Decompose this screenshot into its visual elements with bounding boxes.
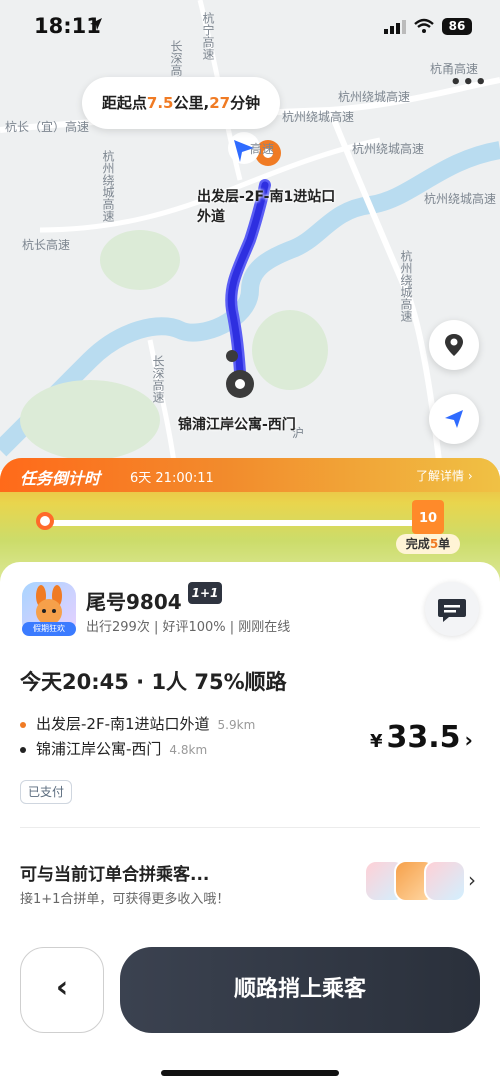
order-card: 假期狂欢 尾号9804 1+1 出行299次 | 好评100% | 刚刚在线 今… bbox=[0, 562, 500, 1082]
eta-suffix: 分钟 bbox=[230, 94, 261, 112]
reward-goal-prefix: 完成 bbox=[405, 537, 430, 551]
carpool-badge: 1+1 bbox=[188, 582, 222, 604]
dropoff-dot bbox=[20, 746, 26, 753]
home-indicator[interactable] bbox=[161, 1070, 339, 1076]
chat-bubble-icon bbox=[438, 599, 466, 622]
more-icon[interactable]: ••• bbox=[450, 72, 488, 93]
status-bar: 18:11 86 bbox=[0, 0, 500, 54]
avatar bbox=[424, 860, 466, 902]
waypoint-marker bbox=[226, 350, 238, 362]
task-progress-marker bbox=[36, 512, 54, 530]
pickup-name: 出发层-2F-南1进站口外道 bbox=[36, 715, 210, 733]
dropoff-distance: 4.8km bbox=[169, 743, 208, 757]
eta-distance: 7.5 bbox=[146, 94, 174, 112]
merge-title[interactable]: 可与当前订单合拼乘客... bbox=[20, 860, 209, 885]
map-road-label: 杭长高速 bbox=[22, 238, 71, 252]
locate-me-button[interactable] bbox=[429, 394, 479, 444]
currency-symbol: ¥ bbox=[370, 731, 383, 752]
eta-bubble: 距起点7.5公里,27分钟 bbox=[82, 77, 280, 129]
reward-goal-count: 5 bbox=[429, 537, 439, 551]
map-road-label: 杭长（宜）高速 bbox=[5, 120, 90, 134]
price-value: 33.5 bbox=[386, 720, 461, 755]
eta-prefix: 距起点 bbox=[101, 94, 147, 112]
trip-summary: 今天20:45 · 1人 75%顺路 bbox=[20, 670, 287, 694]
map-road-label: 杭州绕城高速 bbox=[282, 110, 355, 124]
highway bbox=[327, 108, 443, 470]
pick-up-passenger-button[interactable]: 顺路捎上乘客 bbox=[120, 947, 480, 1033]
map-road-label: 杭州绕城高速 bbox=[338, 90, 411, 104]
pickup-distance: 5.9km bbox=[217, 718, 256, 732]
countdown-timer: 6天 21:00:11 bbox=[130, 471, 214, 486]
park-area bbox=[252, 310, 328, 390]
park-area bbox=[20, 380, 160, 460]
chat-button[interactable] bbox=[425, 582, 479, 636]
battery-indicator: 86 bbox=[442, 18, 472, 35]
task-progress-track bbox=[40, 520, 420, 526]
location-arrow-icon bbox=[90, 18, 102, 30]
park-area bbox=[100, 230, 180, 290]
reward-envelope-icon: 10 bbox=[412, 500, 444, 534]
reward-goal-tag: 完成5单 bbox=[396, 534, 460, 554]
paid-badge: 已支付 bbox=[20, 780, 73, 804]
countdown-title: 任务倒计时 bbox=[20, 469, 101, 488]
reward-goal-suffix: 单 bbox=[438, 537, 451, 551]
passenger-stats: 出行299次 | 好评100% | 刚刚在线 bbox=[86, 620, 291, 635]
learn-more-link[interactable]: 了解详情 › bbox=[416, 467, 473, 484]
dropoff-name: 锦浦江岸公寓-西门 bbox=[36, 740, 162, 758]
dropoff-stop: 锦浦江岸公寓-西门 4.8km bbox=[20, 738, 207, 759]
eta-minutes: 27 bbox=[209, 94, 231, 112]
back-button[interactable]: ‹ bbox=[20, 947, 104, 1033]
signal-icon bbox=[384, 20, 406, 34]
pickup-stop: 出发层-2F-南1进站口外道 5.9km bbox=[20, 713, 255, 734]
chevron-right-icon: › bbox=[464, 728, 473, 752]
map-road-label: 长深高速 bbox=[151, 355, 165, 403]
divider bbox=[20, 827, 480, 828]
map-road-label: 杭州绕城高速 bbox=[352, 142, 425, 156]
end-place-label: 锦浦江岸公寓-西门 bbox=[178, 417, 296, 433]
eta-unit: 公里, bbox=[173, 94, 210, 112]
navigation-arrow-icon bbox=[445, 410, 463, 428]
map-canvas bbox=[0, 0, 500, 470]
map-road-label: 杭州绕城高速 bbox=[424, 192, 497, 206]
avatar-badge: 假期狂欢 bbox=[22, 622, 76, 636]
fare-price[interactable]: ¥33.5 › bbox=[370, 720, 473, 755]
merge-avatars[interactable] bbox=[364, 860, 466, 904]
wifi-icon bbox=[414, 18, 434, 33]
pickup-dot bbox=[20, 721, 26, 728]
map-road-label: 高速 bbox=[250, 142, 275, 156]
map-road-label: 杭州绕城高速 bbox=[399, 250, 413, 322]
merge-subtitle: 接1+1合拼单，可获得更多收入哦！ bbox=[20, 892, 230, 907]
location-pin-button[interactable] bbox=[429, 320, 479, 370]
map-road-label: 杭州绕城高速 bbox=[101, 150, 115, 222]
passenger-name: 尾号9804 bbox=[86, 590, 182, 614]
location-pin-icon bbox=[445, 334, 463, 356]
chevron-right-icon[interactable]: › bbox=[468, 868, 476, 892]
start-place-label: 出发层-2F-南1进站口外道 bbox=[197, 189, 336, 225]
map-view[interactable]: 杭长（宜）高速 杭州绕城高速 杭州绕城高速 杭甬高速 杭州绕城高速 杭州绕城高速… bbox=[0, 0, 500, 470]
